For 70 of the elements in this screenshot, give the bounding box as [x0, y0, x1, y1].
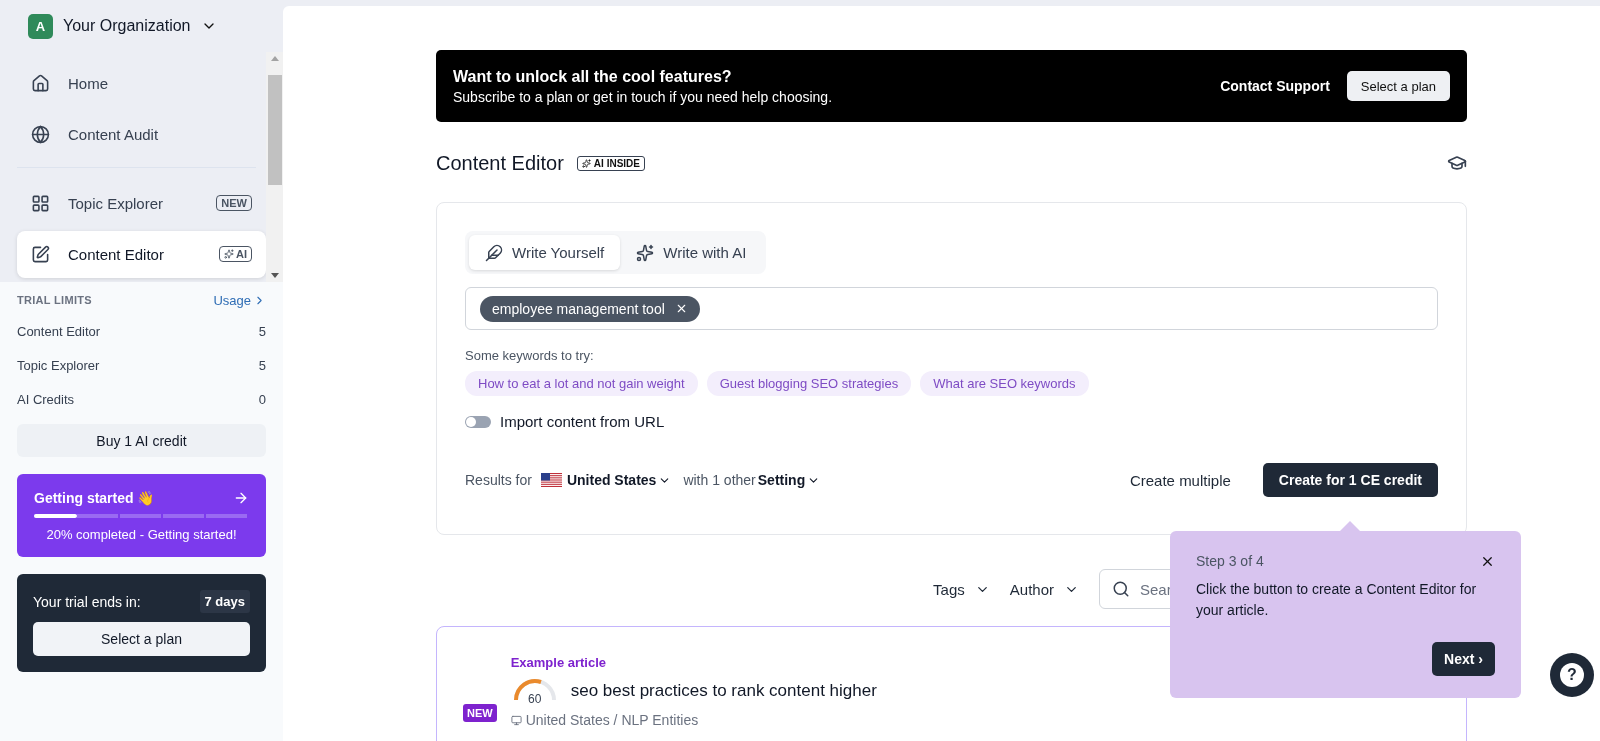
author-dropdown[interactable]: Author: [1009, 580, 1079, 598]
organization-name[interactable]: Your Organization: [63, 17, 191, 35]
keyword-chip[interactable]: What are SEO keywords: [920, 371, 1089, 396]
search-icon: [1112, 580, 1130, 598]
tooltip-text: Click the button to create a Content Editor for your article.: [1196, 580, 1478, 620]
new-badge: NEW: [463, 704, 497, 722]
scrollbar[interactable]: [266, 52, 283, 282]
country-dropdown[interactable]: United States: [566, 472, 672, 488]
progress-caption: 20% completed - Getting started!: [45, 526, 238, 543]
limit-label: Topic Explorer: [17, 357, 100, 373]
import-toggle[interactable]: [465, 415, 491, 428]
globe-icon: [31, 125, 50, 145]
mode-tab[interactable]: Write Yourself: [469, 235, 621, 270]
contact-support-link[interactable]: Contact Support: [1220, 78, 1330, 94]
toggle-label: Import content from URL: [500, 413, 665, 430]
usage-link[interactable]: Usage: [213, 292, 266, 308]
section-title: TRIAL LIMITS: [17, 294, 92, 306]
organization-avatar: A: [28, 13, 53, 39]
limit-value: 5: [258, 323, 266, 339]
sparkles-icon: [636, 243, 655, 262]
next-button[interactable]: Next ›: [1432, 642, 1495, 676]
nav-badge: NEW: [216, 195, 252, 212]
keyword-chip[interactable]: Guest blogging SEO strategies: [706, 371, 912, 396]
buy-credit-button[interactable]: Buy 1 AI credit: [17, 424, 266, 457]
days-badge: 7 days: [199, 590, 250, 613]
keyword-field[interactable]: employee management tool: [465, 287, 1438, 330]
edit-icon: [31, 244, 50, 264]
setting-dropdown[interactable]: Setting: [757, 472, 821, 488]
with-label: with 1 other: [683, 472, 756, 488]
trial-label: Your trial ends in:: [33, 593, 141, 610]
limit-value: 0: [258, 391, 266, 407]
nav-label: Home: [68, 75, 109, 93]
keyword-tag[interactable]: employee management tool: [480, 295, 700, 322]
select-plan-button[interactable]: Select a plan: [1346, 71, 1450, 101]
banner-subtitle: Subscribe to a plan or get in touch if you need help choosing.: [453, 88, 834, 105]
card-title: Getting started 👋: [34, 490, 155, 506]
nav-item[interactable]: Content Audit: [17, 111, 266, 159]
step-label: Step 3 of 4: [1196, 553, 1264, 569]
banner-title: Want to unlock all the cool features?: [453, 67, 733, 86]
results-label: Results for: [465, 472, 532, 488]
article-meta: United States / NLP Entities: [510, 712, 877, 728]
nav-label: Topic Explorer: [68, 194, 165, 212]
keyword-chip[interactable]: How to eat a lot and not gain weight: [465, 371, 698, 396]
select-plan-button[interactable]: Select a plan: [33, 622, 250, 656]
article-label: Example article: [510, 655, 608, 670]
article-title[interactable]: seo best practices to rank content higher: [570, 681, 877, 701]
getting-started-card[interactable]: Getting started 👋 20% completed - Getting started!: [17, 474, 266, 557]
create-multiple-button[interactable]: Create multiple: [1123, 470, 1237, 490]
home-icon: [31, 74, 50, 94]
limit-label: Content Editor: [17, 323, 101, 339]
nav-badge: AI: [219, 246, 252, 263]
nav-label: Content Audit: [68, 126, 160, 144]
limit-label: AI Credits: [17, 391, 75, 407]
create-button[interactable]: Create for 1 CE credit: [1262, 463, 1438, 497]
graduation-cap-icon[interactable]: [1447, 153, 1467, 173]
suggestions-label: Some keywords to try:: [465, 348, 595, 363]
limit-value: 5: [258, 357, 266, 373]
page-title: Content Editor: [436, 151, 564, 175]
ai-badge: AI INSIDE: [576, 155, 645, 171]
feather-icon: [485, 243, 503, 262]
nav-item[interactable]: Content Editor AI: [17, 230, 266, 278]
mode-tab[interactable]: Write with AI: [620, 235, 763, 270]
score-gauge: 60: [510, 676, 559, 706]
flag-icon: [540, 473, 562, 487]
nav-item[interactable]: Topic Explorer NEW: [17, 179, 266, 227]
grid-icon: [31, 193, 50, 213]
nav-label: Content Editor: [68, 245, 165, 263]
tags-dropdown[interactable]: Tags: [933, 580, 990, 598]
monitor-icon: [510, 714, 522, 726]
nav-item[interactable]: Home: [17, 60, 266, 108]
